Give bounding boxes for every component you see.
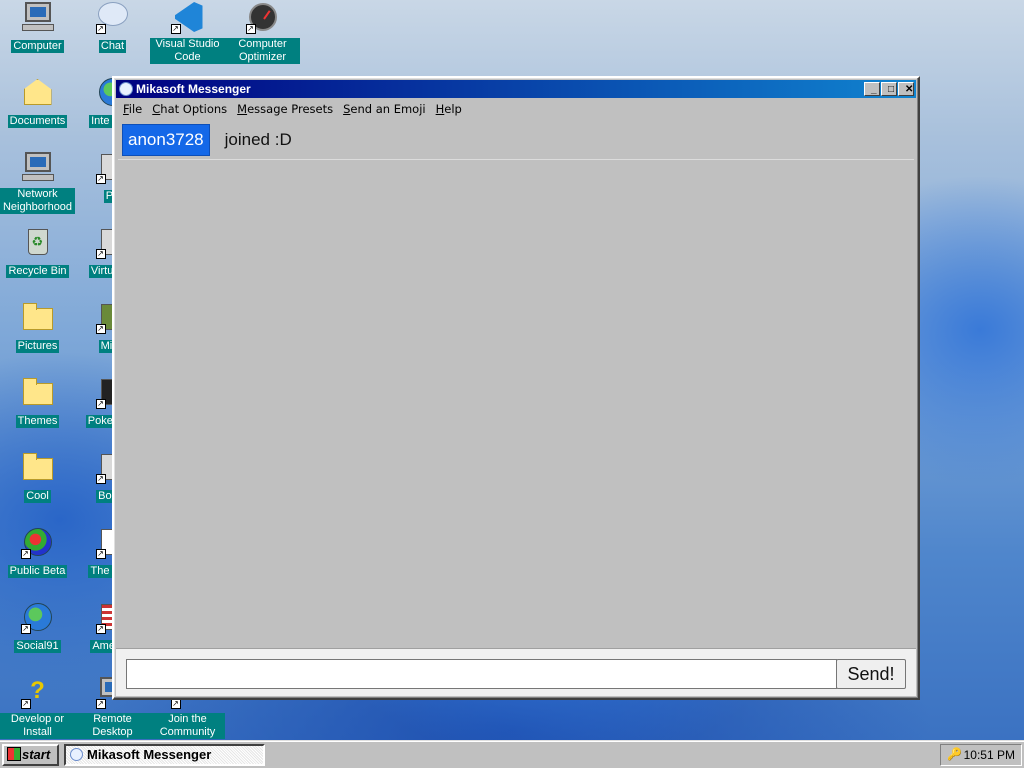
desktop-icon-label: Network Neighborhood bbox=[0, 188, 75, 214]
desktop-icon-computer-optimizer[interactable]: ↗ Computer Optimizer bbox=[225, 0, 300, 64]
messenger-app-icon bbox=[70, 748, 83, 761]
desktop-icon-label: Computer Optimizer bbox=[225, 38, 300, 64]
menu-send-emoji[interactable]: Send an Emoji bbox=[338, 100, 431, 118]
menu-bar: File Chat Options Message Presets Send a… bbox=[118, 100, 467, 118]
network-icon bbox=[21, 150, 55, 184]
desktop-icon-cool[interactable]: Cool bbox=[0, 450, 75, 503]
desktop-icon-computer[interactable]: Computer bbox=[0, 0, 75, 53]
documents-folder-icon bbox=[21, 75, 55, 109]
messenger-window: Mikasoft Messenger _ □ ✕ File Chat Optio… bbox=[112, 76, 920, 700]
taskbar-button-label: Mikasoft Messenger bbox=[87, 747, 212, 762]
desktop-icon-network-neighborhood[interactable]: Network Neighborhood bbox=[0, 150, 75, 214]
clock[interactable]: 10:51 PM bbox=[964, 748, 1015, 762]
window-title: Mikasoft Messenger bbox=[136, 82, 251, 96]
desktop-icon-label: Pictures bbox=[15, 340, 60, 353]
menu-help-label: elp bbox=[444, 102, 462, 116]
desktop-icon-recycle-bin[interactable]: Recycle Bin bbox=[0, 225, 75, 278]
menu-message-presets[interactable]: Message Presets bbox=[232, 100, 338, 118]
message-input[interactable] bbox=[126, 659, 837, 689]
start-label: start bbox=[22, 747, 51, 762]
window-titlebar[interactable]: Mikasoft Messenger _ □ ✕ bbox=[116, 80, 916, 98]
desktop-icon-label: Themes bbox=[15, 415, 60, 428]
start-logo-icon bbox=[7, 747, 21, 761]
desktop-icon-label: Cool bbox=[24, 490, 51, 503]
menu-chat-options[interactable]: Chat Options bbox=[147, 100, 232, 118]
maximize-button[interactable]: □ bbox=[881, 82, 897, 96]
system-tray: 🔑 10:51 PM bbox=[940, 744, 1022, 766]
desktop-icon-label: Social91 bbox=[14, 640, 61, 653]
menu-file[interactable]: File bbox=[118, 100, 147, 118]
desktop-icon-label: Documents bbox=[7, 115, 68, 128]
menu-file-label: ile bbox=[128, 102, 143, 116]
desktop-icon-label: Chat bbox=[98, 40, 127, 53]
vscode-icon: ↗ bbox=[170, 0, 205, 34]
desktop-icon-label: Join the Community bbox=[150, 713, 225, 739]
desktop-icon-public-beta[interactable]: ↗ Public Beta bbox=[0, 525, 75, 578]
message-text: joined :D bbox=[224, 130, 292, 149]
public-beta-icon: ↗ bbox=[20, 525, 55, 559]
menu-help-accel: H bbox=[435, 102, 445, 116]
send-button[interactable]: Send! bbox=[836, 659, 906, 689]
close-button[interactable]: ✕ bbox=[898, 82, 914, 96]
globe-icon: ↗ bbox=[20, 600, 55, 634]
compose-panel: Send! bbox=[116, 648, 916, 696]
chat-log[interactable]: anon3728 joined :D bbox=[116, 120, 916, 646]
desktop-icon-develop-or-install[interactable]: ? ↗ Develop or Install bbox=[0, 675, 75, 739]
desktop-icon-social91[interactable]: ↗ Social91 bbox=[0, 600, 75, 653]
themes-folder-icon bbox=[21, 375, 55, 409]
menu-chat-options-label: hat Options bbox=[160, 102, 228, 116]
start-button[interactable]: start bbox=[2, 744, 59, 766]
desktop-icon-pictures[interactable]: Pictures bbox=[0, 300, 75, 353]
desktop-icon-label: Remote Desktop bbox=[75, 713, 150, 739]
desktop-icon-vscode[interactable]: ↗ Visual Studio Code bbox=[150, 0, 225, 64]
minimize-button[interactable]: _ bbox=[864, 82, 880, 96]
chat-icon: ↗ bbox=[95, 0, 130, 34]
help-question-icon: ? ↗ bbox=[20, 677, 45, 709]
key-tray-icon[interactable]: 🔑 bbox=[947, 748, 962, 760]
cool-folder-icon bbox=[21, 450, 55, 484]
computer-icon bbox=[21, 0, 55, 34]
pictures-folder-icon bbox=[21, 300, 55, 334]
desktop-icon-chat[interactable]: ↗ Chat bbox=[75, 0, 150, 53]
desktop-icon-label: Public Beta bbox=[7, 565, 68, 578]
menu-help[interactable]: Help bbox=[431, 100, 467, 118]
menu-message-presets-accel: M bbox=[237, 102, 248, 116]
desktop-icon-label: Develop or Install bbox=[0, 713, 75, 739]
taskbar: start Mikasoft Messenger 🔑 10:51 PM bbox=[0, 740, 1024, 768]
desktop-icon-documents[interactable]: Documents bbox=[0, 75, 75, 128]
desktop-icon-label: Recycle Bin bbox=[6, 265, 69, 278]
username-badge[interactable]: anon3728 bbox=[122, 124, 210, 156]
menu-send-emoji-label: end an Emoji bbox=[350, 102, 426, 116]
chat-message: anon3728 joined :D bbox=[122, 124, 292, 156]
optimizer-icon: ↗ bbox=[245, 0, 280, 34]
messenger-app-icon bbox=[119, 82, 133, 96]
taskbar-button-messenger[interactable]: Mikasoft Messenger bbox=[64, 744, 265, 766]
desktop-icon-themes[interactable]: Themes bbox=[0, 375, 75, 428]
menu-message-presets-label: essage Presets bbox=[247, 102, 334, 116]
desktop-icon-label: Visual Studio Code bbox=[150, 38, 225, 64]
recycle-bin-icon bbox=[21, 225, 55, 259]
message-divider bbox=[118, 159, 914, 160]
desktop-icon-label: Computer bbox=[11, 40, 64, 53]
